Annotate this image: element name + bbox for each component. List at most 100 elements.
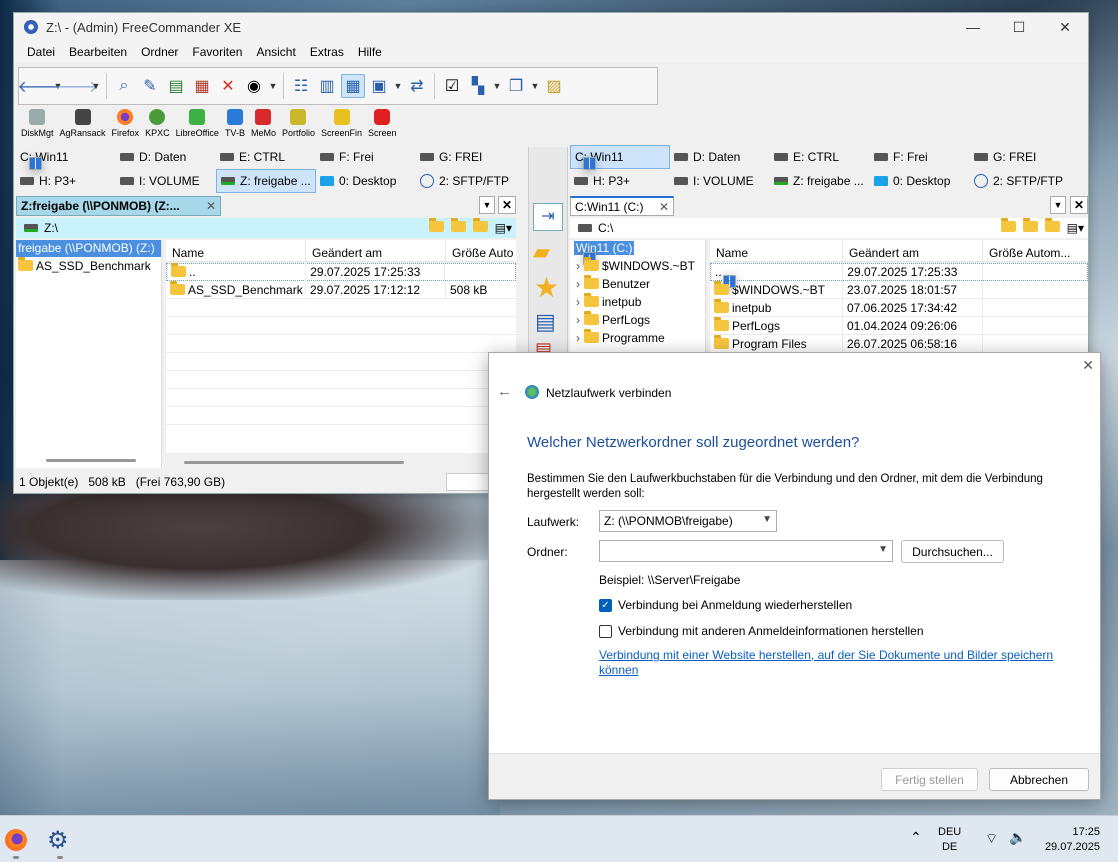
column-size[interactable]: Größe Autom... [983,240,1088,261]
edit-pencil-icon[interactable]: ✎ [138,74,162,98]
drive-button[interactable]: I: VOLUME [670,169,770,193]
launch-memo[interactable]: MeMo [248,109,279,145]
copy-to-panel-icon[interactable]: ⇥ [533,203,563,231]
menu-ordner[interactable]: Ordner [134,45,185,59]
drive-button[interactable]: D: Daten [116,145,216,169]
language-indicator[interactable]: DEU DE [938,825,961,855]
chevron-up-icon[interactable]: ⌃ [910,829,922,846]
layout-grid-icon[interactable]: ▚ [466,74,490,98]
tree-item[interactable]: › PerfLogs [570,311,705,329]
table-row[interactable]: AS_SSD_Benchmark 29.07.2025 17:12:12 508… [166,280,516,299]
history-folder-icon[interactable] [428,218,444,232]
chevron-right-icon[interactable]: › [576,331,580,345]
tree-item[interactable]: › Benutzer [570,275,705,293]
details-view-icon[interactable]: ▦ [341,74,365,98]
drive-button[interactable]: Z: freigabe ... [216,169,316,193]
copy-path-icon[interactable]: ▤▾ [495,221,512,235]
speaker-icon[interactable]: 🔈 [1009,829,1026,846]
clock[interactable]: 17:25 29.07.2025 [1040,825,1100,855]
minimize-button[interactable]: — [950,19,996,35]
table-row[interactable]: $WINDOWS.~BT 23.07.2025 18:01:57 [710,280,1088,299]
column-name[interactable]: Name [710,240,843,261]
launch-agransack[interactable]: AgRansack [57,109,109,145]
binoculars-icon[interactable]: ◉ [242,74,266,98]
drive-button[interactable]: H: P3+ [570,169,670,193]
up-folder-icon[interactable] [1044,218,1060,232]
maximize-button[interactable]: ☐ [996,19,1042,36]
left-panel-tab[interactable]: Z:freigabe (\\PONMOB) (Z:... ✕ [16,196,221,216]
right-path-bar[interactable]: C:\ ▤▾ [570,218,1088,238]
drive-button[interactable]: 0: Desktop [870,169,970,193]
launch-portfolio[interactable]: Portfolio [279,109,318,145]
drive-button[interactable]: F: Frei [316,145,416,169]
chevron-right-icon[interactable]: › [576,259,580,273]
drive-button[interactable]: C: Win11 [16,145,116,170]
menu-hilfe[interactable]: Hilfe [351,45,389,59]
right-panel-close-button[interactable]: ✕ [1070,196,1088,214]
up-folder-icon[interactable] [472,218,488,232]
search-icon[interactable]: ⌕ [112,74,136,98]
favorite-folder-icon[interactable] [450,218,466,232]
sync-panels-icon[interactable]: ⇄ [405,74,429,98]
tree-item[interactable]: › Programme [570,329,705,347]
column-modified[interactable]: Geändert am [843,240,983,261]
chevron-right-icon[interactable]: › [576,295,580,309]
close-tab-icon[interactable]: ✕ [206,199,216,213]
tree-view-icon[interactable]: ☷ [289,74,313,98]
drive-button[interactable]: 2: SFTP/FTP [416,169,516,193]
firefox-taskbar-icon[interactable] [5,829,27,851]
drive-button[interactable]: F: Frei [870,145,970,169]
launch-tvb[interactable]: TV-B [222,109,248,145]
dialog-back-button[interactable]: ← [497,383,512,400]
launch-screen[interactable]: Screen [365,109,400,145]
script-folder-icon[interactable]: ▨ [542,74,566,98]
window-folder-icon[interactable]: ❐ [504,74,528,98]
table-row[interactable]: inetpub 07.06.2025 17:34:42 [710,298,1088,317]
new-document-icon[interactable]: ▤ [535,309,556,335]
layout-dropdown-icon[interactable]: ▼ [492,74,502,98]
wifi-icon[interactable]: ⌔ [985,830,998,848]
launch-firefox[interactable]: Firefox [109,109,143,145]
drive-button[interactable]: G: FREI [970,145,1070,169]
table-row[interactable]: PerfLogs 01.04.2024 09:26:06 [710,316,1088,335]
right-tab-dropdown-button[interactable]: ▼ [1050,196,1066,214]
favorite-folder-icon[interactable] [1022,218,1038,232]
tree-horizontal-scrollbar[interactable] [46,459,136,462]
other-credentials-checkbox[interactable] [599,624,612,638]
right-tree-root[interactable]: Win11 (C:) [570,240,705,265]
settings-gear-icon[interactable]: ⚙ [47,826,69,855]
table-row[interactable]: Program Files 26.07.2025 06:58:16 [710,334,1088,353]
forward-dropdown-icon[interactable]: ▼ [91,74,101,98]
folder-compare-icon[interactable]: ▰ [533,239,550,265]
menu-favoriten[interactable]: Favoriten [185,45,249,59]
right-panel-tab[interactable]: C:Win11 (C:) ✕ [570,196,674,216]
column-modified[interactable]: Geändert am [306,240,446,261]
binoculars-dropdown-icon[interactable]: ▼ [268,74,278,98]
launch-kpxc[interactable]: KPXC [142,109,173,145]
drive-button[interactable]: E: CTRL [770,145,870,169]
cancel-button[interactable]: Abbrechen [989,768,1089,791]
launch-screenfin[interactable]: ScreenFin [318,109,365,145]
column-name[interactable]: Name [166,240,306,261]
chevron-right-icon[interactable]: › [576,313,580,327]
table-row[interactable]: .. 29.07.2025 17:25:33 [710,263,1088,288]
menu-bearbeiten[interactable]: Bearbeiten [62,45,134,59]
close-button[interactable]: ✕ [1042,19,1088,36]
drive-button[interactable]: 2: SFTP/FTP [970,169,1070,193]
other-credentials-checkbox-row[interactable]: Verbindung mit anderen Anmeldeinformatio… [599,624,924,638]
browse-button[interactable]: Durchsuchen... [901,540,1004,563]
preview-view-icon[interactable]: ▣ [367,74,391,98]
checklist-icon[interactable]: ☑ [440,74,464,98]
favorites-star-icon[interactable]: ★ [534,271,559,304]
finish-button[interactable]: Fertig stellen [881,768,978,791]
copy-path-icon[interactable]: ▤▾ [1067,221,1084,235]
reconnect-checkbox[interactable]: ✓ [599,598,612,612]
history-folder-icon[interactable] [1000,218,1016,232]
drive-button[interactable]: H: P3+ [16,169,116,193]
drive-button[interactable]: E: CTRL [216,145,316,169]
left-tab-dropdown-button[interactable]: ▼ [479,196,495,214]
drive-button[interactable]: Z: freigabe ... [770,169,870,193]
table-row[interactable]: .. 29.07.2025 17:25:33 [166,263,516,281]
copy-file-icon[interactable]: ▦ [190,74,214,98]
view-dropdown-icon[interactable]: ▼ [393,74,403,98]
